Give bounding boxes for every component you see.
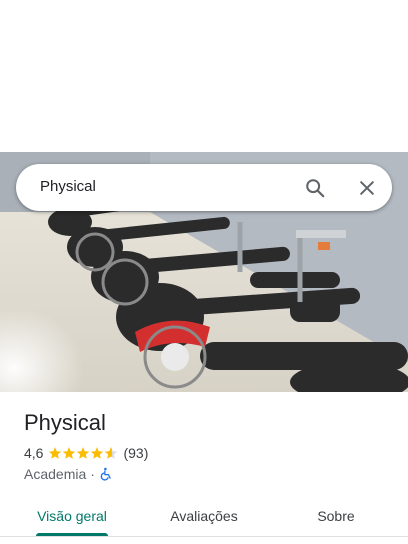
place-category: Academia [24, 466, 87, 482]
star-icon [77, 447, 90, 459]
tab-overview[interactable]: Visão geral [24, 496, 120, 536]
wheelchair-icon [100, 467, 111, 481]
reviews-count[interactable]: (93) [123, 445, 148, 461]
category-row: Academia · [24, 465, 113, 483]
tab-about[interactable]: Sobre [296, 496, 376, 536]
search-input[interactable]: Physical [40, 178, 96, 195]
separator-dot: · [90, 466, 95, 482]
star-icon [91, 447, 104, 459]
star-half-icon [105, 447, 118, 459]
place-title: Physical [24, 410, 106, 435]
rating-value: 4,6 [24, 445, 44, 461]
star-icon [49, 447, 62, 459]
tabs-divider [0, 536, 408, 537]
place-tabs: Visão geral Avaliações Sobre [0, 496, 408, 536]
search-icon [306, 179, 325, 198]
map-blank-area [0, 0, 408, 152]
close-icon [360, 181, 374, 195]
search-button[interactable] [300, 173, 330, 203]
tab-reviews[interactable]: Avaliações [156, 496, 252, 536]
rating-stars [48, 446, 118, 460]
search-bar[interactable]: Physical [16, 164, 392, 211]
star-icon [63, 447, 76, 459]
rating-row[interactable]: 4,6 (93) [24, 444, 148, 462]
close-button[interactable] [352, 173, 382, 203]
